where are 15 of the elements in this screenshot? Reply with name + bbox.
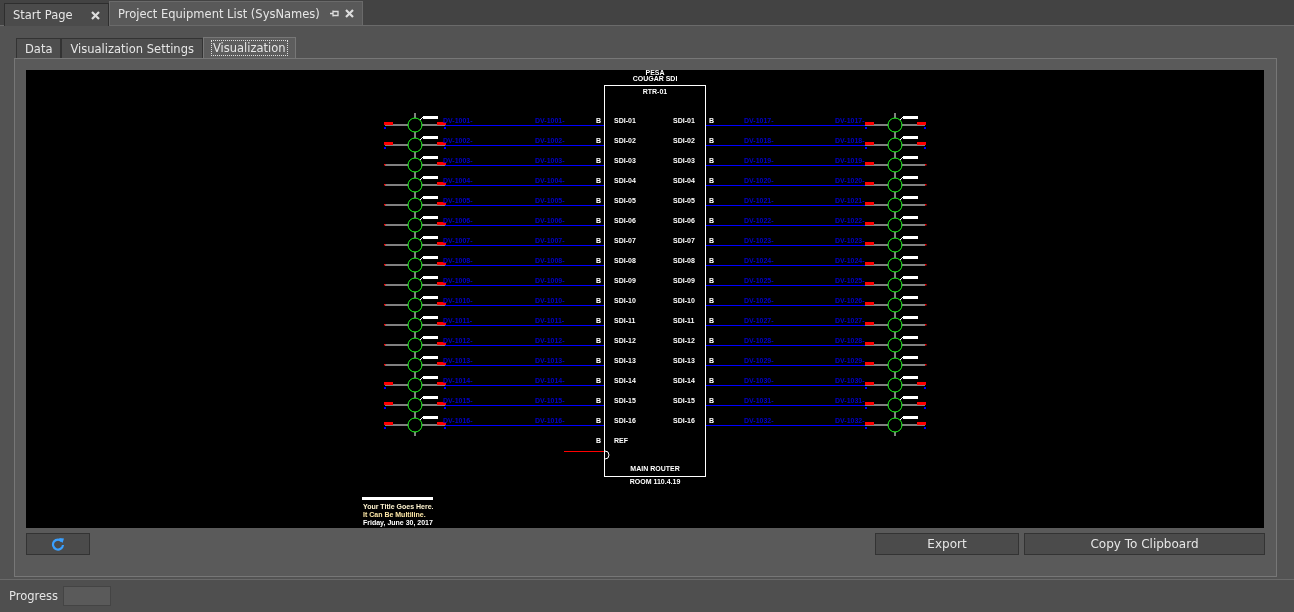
document-tab[interactable]: Project Equipment List (SysNames) xyxy=(109,1,363,25)
view-tab[interactable]: Visualization xyxy=(202,37,296,58)
title-rule xyxy=(362,497,433,500)
refresh-button[interactable] xyxy=(26,533,90,555)
action-button[interactable]: Copy To Clipboard xyxy=(1024,533,1265,555)
close-icon[interactable] xyxy=(91,10,100,20)
view-tab[interactable]: Visualization Settings xyxy=(61,38,203,58)
pin-icon[interactable] xyxy=(329,9,339,18)
document-tab[interactable]: Start Page xyxy=(4,3,109,26)
action-button[interactable]: Export xyxy=(875,533,1019,555)
close-icon[interactable] xyxy=(344,9,354,18)
view-tab[interactable]: Data xyxy=(16,38,62,58)
reference-connector-drawing xyxy=(563,450,610,460)
progress-label: Progress xyxy=(9,589,59,604)
refresh-icon xyxy=(51,537,65,551)
